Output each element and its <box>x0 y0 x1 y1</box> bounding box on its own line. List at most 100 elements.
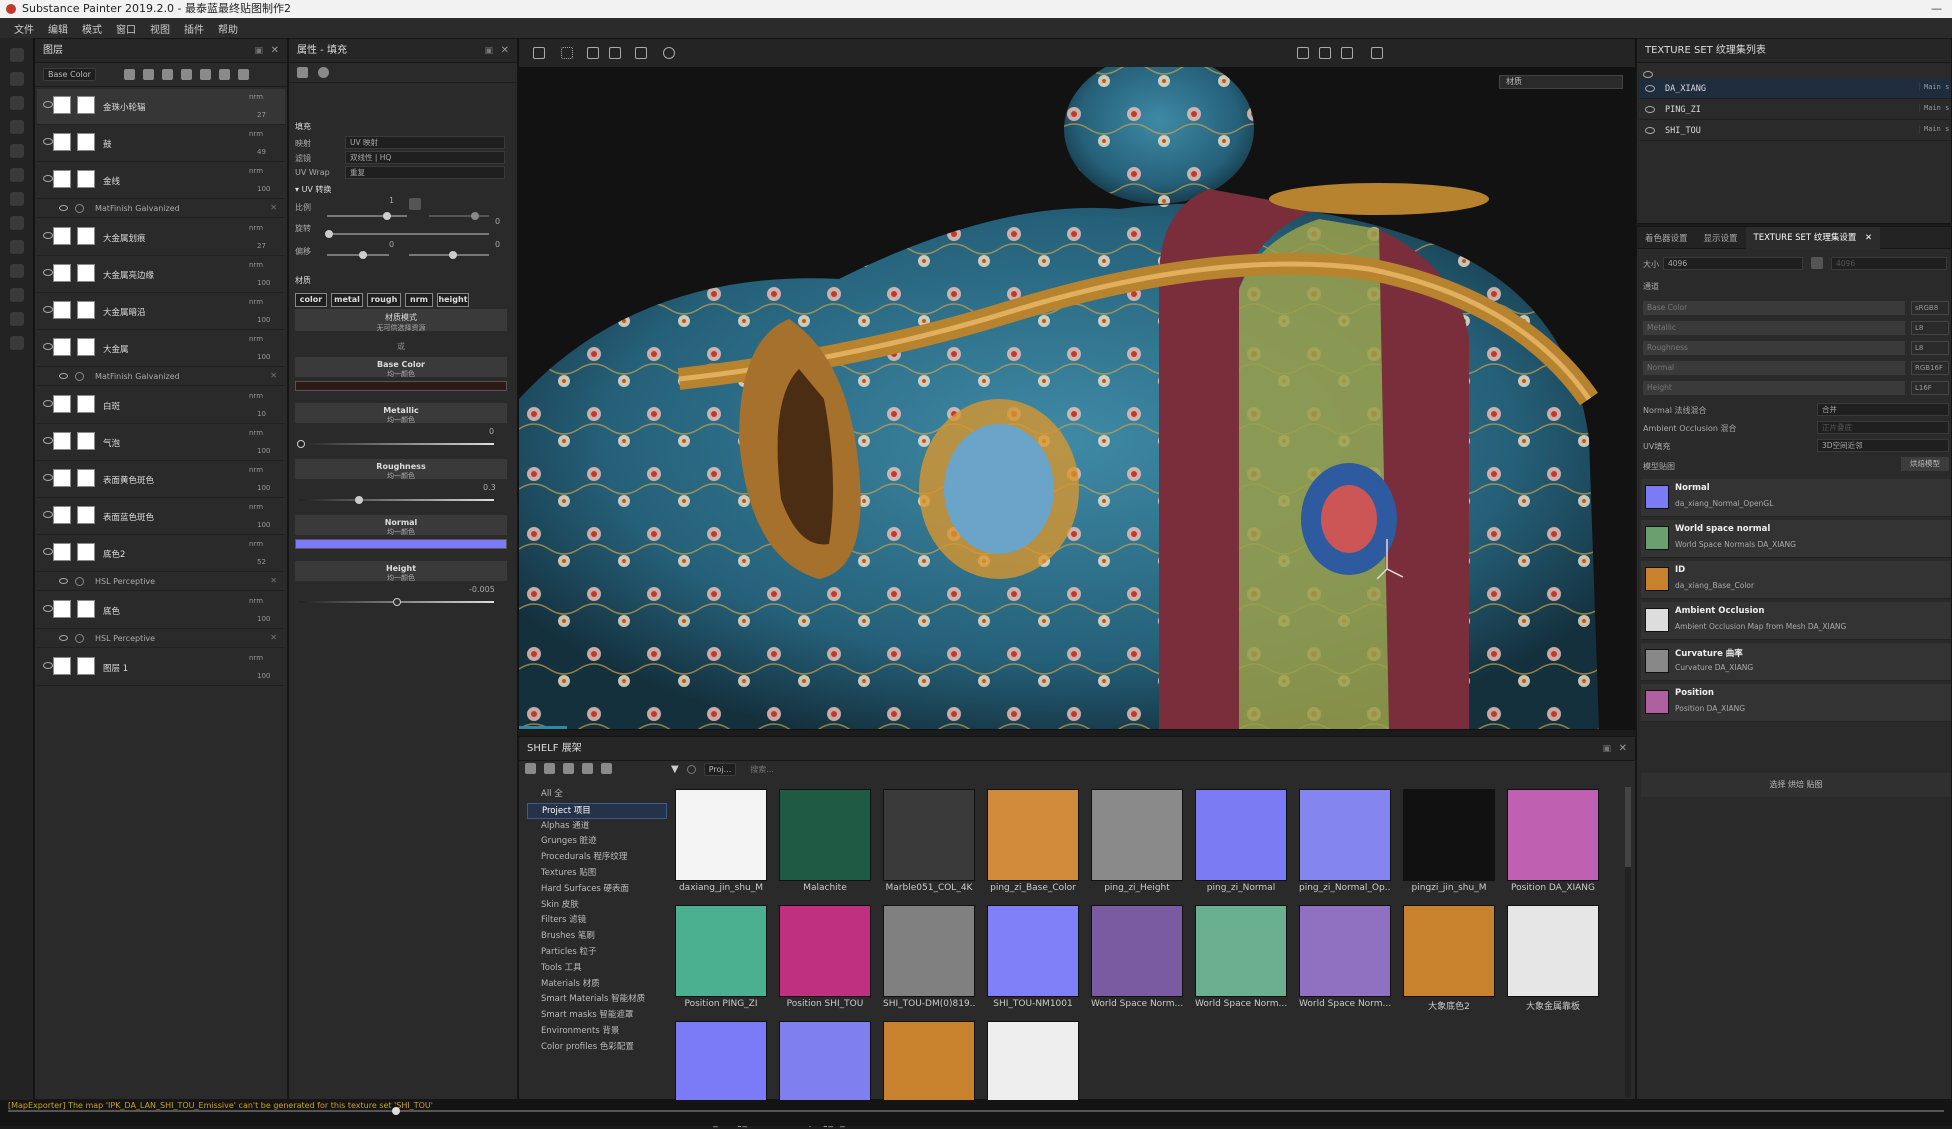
mesh-map-slot[interactable]: Position Position DA_XIANG <box>1641 684 1951 722</box>
channel-format-select[interactable]: L16F <box>1911 381 1949 395</box>
projection-select[interactable]: UV 映射 <box>345 136 505 149</box>
asset-tile[interactable]: daxiang_jin_shu_M <box>675 789 767 897</box>
menu-view[interactable]: 视图 <box>150 21 170 36</box>
mask-thumbnail[interactable] <box>77 96 95 114</box>
metallic-slider[interactable] <box>297 440 494 448</box>
filter-tag[interactable]: Proj... <box>703 763 737 776</box>
asset-tile[interactable]: 大象金属靠板 <box>1507 905 1599 1013</box>
close-icon[interactable]: ✕ <box>270 576 277 585</box>
channel-row[interactable]: Roughness <box>1643 341 1905 355</box>
normal-swatch[interactable] <box>295 539 507 549</box>
asset-tile[interactable]: Position SHI_TOU <box>779 905 871 1013</box>
asset-thumbnail[interactable] <box>1195 905 1287 997</box>
layer-row[interactable]: 气泡 nrm 100 <box>37 425 285 461</box>
ao-mix-select[interactable]: 正片叠底 <box>1817 421 1949 434</box>
effect-row[interactable]: MatFinish Galvanized ✕ <box>37 200 285 218</box>
layer-opacity[interactable]: 27 <box>257 111 266 119</box>
eye-icon[interactable] <box>43 306 53 313</box>
blend-mode[interactable]: nrm <box>249 392 263 400</box>
eye-icon[interactable] <box>43 232 53 239</box>
layer-opacity[interactable]: 100 <box>257 521 270 529</box>
shelf-category[interactable]: Procedurals 程序纹理 <box>527 850 667 866</box>
uv-padding-select[interactable]: 3D空间近邻 <box>1817 439 1949 452</box>
shelf-category[interactable]: Project 项目 <box>527 802 667 819</box>
select-bake-maps-button[interactable]: 选择 烘焙 贴图 <box>1641 773 1951 797</box>
menu-edit[interactable]: 编辑 <box>48 21 68 36</box>
new-item-icon[interactable] <box>544 763 555 774</box>
layer-row[interactable]: 金珠小轮辐 nrm 27 <box>37 89 285 125</box>
menu-help[interactable]: 帮助 <box>218 21 238 36</box>
menu-file[interactable]: 文件 <box>14 21 34 36</box>
metallic-knob[interactable] <box>297 440 305 448</box>
layer-row[interactable]: 表面蓝色斑色 nrm 100 <box>37 499 285 535</box>
mask-thumbnail[interactable] <box>77 338 95 356</box>
layer-name[interactable]: 大金属划痕 <box>103 232 146 244</box>
bake-mesh-maps-button[interactable]: 烘焙模型 <box>1901 457 1949 471</box>
paint-tool-icon[interactable] <box>10 48 24 62</box>
blend-mode[interactable]: nrm <box>249 540 263 548</box>
mesh-map-slot[interactable]: ID da_xiang_Base_Color <box>1641 561 1951 599</box>
asset-thumbnail[interactable] <box>987 905 1079 997</box>
layer-name[interactable]: 大金属亮边缘 <box>103 269 154 281</box>
eye-icon[interactable] <box>43 548 53 555</box>
folder-icon[interactable] <box>525 763 536 774</box>
blend-mode[interactable]: nrm <box>249 298 263 306</box>
grid-icon[interactable] <box>533 47 545 59</box>
asset-tile[interactable]: World Space Norm... <box>1091 905 1183 1013</box>
normal-mix-select[interactable]: 合并 <box>1817 403 1949 416</box>
asset-tile[interactable]: World Space Norm... <box>1195 905 1287 1013</box>
close-icon[interactable]: ✕ <box>270 633 277 642</box>
channel-dropdown[interactable]: Base Color <box>43 68 96 81</box>
asset-thumbnail[interactable] <box>1507 905 1599 997</box>
eye-icon[interactable] <box>43 269 53 276</box>
shelf-category[interactable]: All 全 <box>527 787 667 803</box>
ps-export-icon[interactable] <box>10 288 24 302</box>
asset-thumbnail[interactable] <box>987 789 1079 881</box>
mesh-map-thumbnail[interactable] <box>1645 608 1669 632</box>
shelf-category[interactable]: Grunges 脏迹 <box>527 834 667 850</box>
shelf-category[interactable]: Smart masks 智能遮罩 <box>527 1008 667 1024</box>
blend-mode[interactable]: nrm <box>249 503 263 511</box>
shelf-category[interactable]: Particles 粒子 <box>527 945 667 961</box>
blend-mode[interactable]: nrm <box>249 654 263 662</box>
viewport-material-dropdown[interactable]: 材质 <box>1499 75 1623 89</box>
channel-color-button[interactable]: color <box>295 293 327 307</box>
layer-row[interactable]: 底色 nrm 100 <box>37 593 285 629</box>
add-layer-icon[interactable] <box>199 69 211 80</box>
asset-tile[interactable]: Position DA_XIANG <box>1507 789 1599 897</box>
texture-set-row[interactable]: DA_XIANG Main s <box>1639 79 1951 99</box>
asset-tile[interactable]: ping_zi_Base_Color <box>987 789 1079 897</box>
filter-select[interactable]: 双线性 | HQ <box>345 151 505 164</box>
mesh-map-slot[interactable]: Ambient Occlusion Ambient Occlusion Map f… <box>1641 602 1951 640</box>
shelf-category[interactable]: Materials 材质 <box>527 977 667 993</box>
asset-tile[interactable]: ping_zi_Height <box>1091 789 1183 897</box>
effect-row[interactable]: HSL Perceptive ✕ <box>37 630 285 648</box>
eye-icon[interactable] <box>43 175 53 182</box>
projection-tool-icon[interactable] <box>10 96 24 110</box>
asset-tile[interactable]: SHI_TOU-DM(0)819... <box>883 905 975 1013</box>
view-mode-icon[interactable] <box>1297 47 1309 59</box>
material-mode-box[interactable]: 材质模式 无可供选择资源 <box>295 309 507 332</box>
layer-opacity[interactable]: 100 <box>257 672 270 680</box>
channel-format-select[interactable]: L8 <box>1911 341 1949 355</box>
layer-row[interactable]: 白斑 nrm 10 <box>37 388 285 424</box>
layer-name[interactable]: 图层 1 <box>103 662 128 674</box>
eye-icon[interactable] <box>59 373 68 379</box>
asset-thumbnail[interactable] <box>883 789 975 881</box>
asset-tile[interactable]: 大象底色2 <box>1403 905 1495 1013</box>
asset-thumbnail[interactable] <box>779 905 871 997</box>
mask-thumbnail[interactable] <box>77 469 95 487</box>
close-icon[interactable]: ✕ <box>501 39 509 63</box>
mask-thumbnail[interactable] <box>77 657 95 675</box>
layer-opacity[interactable]: 100 <box>257 185 270 193</box>
channel-row[interactable]: Base Color <box>1643 301 1905 315</box>
texture-set-name[interactable]: PING_ZI <box>1665 105 1701 115</box>
mask-thumbnail[interactable] <box>77 227 95 245</box>
offset-slider-1[interactable] <box>327 251 389 259</box>
polygon-fill-icon[interactable] <box>10 216 24 230</box>
fill-layer-icon[interactable] <box>180 69 192 80</box>
texture-set-name[interactable]: DA_XIANG <box>1665 84 1706 94</box>
layer-row[interactable]: 大金属 nrm 100 <box>37 331 285 367</box>
mask-thumbnail[interactable] <box>77 432 95 450</box>
close-icon[interactable]: ✕ <box>1619 737 1627 761</box>
